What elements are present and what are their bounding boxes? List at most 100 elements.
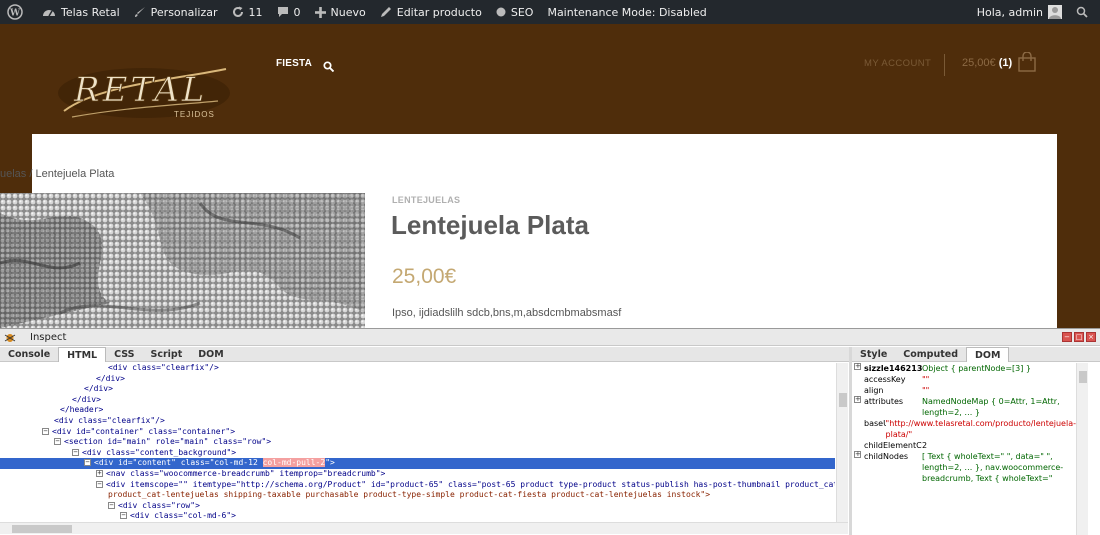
inspector-tab-script[interactable]: Script [143,347,191,362]
header-search-button[interactable] [323,57,334,76]
collapse-toggle-icon[interactable]: − [120,512,127,519]
html-tree-node[interactable]: −<div class="content_background"> [0,448,835,459]
html-tree-node[interactable]: product_cat-lentejuelas shipping-taxable… [0,490,835,501]
expand-toggle-icon[interactable]: + [854,451,861,458]
pencil-icon [380,6,392,18]
collapse-toggle-icon[interactable]: − [72,449,79,456]
html-tree-node-markup: </div> [96,374,125,383]
nav-item-fiesta[interactable]: FIESTA [276,58,312,69]
html-tree-node[interactable]: −<div class="row"> [0,501,835,512]
updates-link[interactable]: 11 [225,0,270,24]
expand-toggle-icon[interactable]: + [854,363,861,370]
minimize-button[interactable]: − [1062,332,1072,342]
cart-count: (1) [999,57,1012,69]
collapse-toggle-icon[interactable]: − [108,502,115,509]
collapse-toggle-icon[interactable]: − [96,481,103,488]
html-vertical-scrollbar[interactable] [836,363,848,522]
edit-product-link[interactable]: Editar producto [373,0,489,24]
dom-property-row[interactable]: +align"" [852,385,1076,396]
wordpress-logo-button[interactable]: W [0,0,35,24]
expand-toggle-icon[interactable]: + [96,470,103,477]
side-panel-tab-computed[interactable]: Computed [895,347,966,362]
dom-property-value: Object { parentNode=[3] } [922,363,1076,374]
dom-property-row[interactable]: +childNodes[ Text { wholeText=" ", data=… [852,451,1076,484]
inspector-tab-html[interactable]: HTML [58,347,106,362]
collapse-toggle-icon[interactable]: − [84,459,91,466]
inspector-tab-dom[interactable]: DOM [190,347,231,362]
adminbar-search-button[interactable] [1069,0,1100,24]
dom-property-row[interactable]: +accessKey"" [852,374,1076,385]
html-tree-node[interactable]: </div> [0,384,835,395]
html-vertical-scrollbar-thumb[interactable] [839,393,847,407]
collapse-toggle-icon[interactable]: − [42,428,49,435]
new-content-link[interactable]: Nuevo [308,0,373,24]
maintenance-label: Maintenance Mode: Disabled [547,6,706,19]
html-tree-node[interactable]: </header> [0,405,835,416]
dom-property-row[interactable]: +childElementCou2 [852,440,1076,451]
html-tree-node-markup: </div> [84,384,113,393]
html-tree-node-markup: <section id="main" role="main" class="ro… [64,437,271,446]
dom-property-row[interactable]: +baseURI"http://www.telasretal.com/produ… [852,418,1076,440]
customize-link[interactable]: Personalizar [127,0,225,24]
my-account-link[interactable]: MY ACCOUNT [864,58,931,69]
inspector-right-tabs: StyleComputedDOM [852,347,1100,362]
html-tree-node[interactable]: +<nav class="woocommerce-breadcrumb" ite… [0,469,835,480]
inspector-tab-css[interactable]: CSS [106,347,142,362]
html-tree-node-selected[interactable]: −<div id="content" class="col-md-12 col-… [0,458,835,469]
dom-property-key: baseURI [864,418,886,440]
product-image[interactable] [0,193,365,328]
maximize-button[interactable]: □ [1074,332,1084,342]
brush-icon [134,6,146,18]
dom-property-row[interactable]: +sizzle1462133Object { parentNode=[3] } [852,363,1076,374]
dom-property-key: childNodes [864,451,922,484]
collapse-toggle-icon[interactable]: − [54,438,61,445]
cart-link[interactable]: 25,00€ (1) [962,57,1012,69]
expand-toggle-icon[interactable]: + [854,396,861,403]
html-tree-node[interactable]: −<div class="col-md-6"> [0,511,835,522]
wordpress-icon: W [7,4,23,20]
inspector-tab-console[interactable]: Console [0,347,58,362]
html-tree-node-markup: <nav class="woocommerce-breadcrumb" item… [106,469,385,478]
dom-property-row[interactable]: +attributesNamedNodeMap { 0=Attr, 1=Attr… [852,396,1076,418]
html-tree-node[interactable]: −<div id="container" class="container"> [0,427,835,438]
site-name-link[interactable]: Telas Retal [35,0,127,24]
logo-text: RETAL [73,70,207,110]
header-divider [944,54,945,76]
seo-link[interactable]: SEO [489,0,541,24]
breadcrumb[interactable]: uelas / Lentejuela Plata [0,168,114,180]
seo-status-dot-icon [496,7,506,17]
html-horizontal-scrollbar-thumb[interactable] [12,525,72,533]
html-tree-node[interactable]: −<section id="main" role="main" class="r… [0,437,835,448]
html-tree-node[interactable]: <div class="clearfix"/> [0,416,835,427]
html-tree-pane[interactable]: <div class="clearfix"/></div></div></div… [0,363,835,522]
dom-property-value: NamedNodeMap { 0=Attr, 1=Attr, length=2,… [922,396,1076,418]
edit-product-label: Editar producto [397,6,482,19]
updates-count: 11 [249,6,263,19]
site-logo[interactable]: RETAL TEJIDOS [58,51,230,125]
dom-vertical-scrollbar-thumb[interactable] [1079,371,1087,383]
comments-link[interactable]: 0 [270,0,308,24]
close-button[interactable]: × [1086,332,1096,342]
html-tree-node-markup: <div id="container" class="container"> [52,427,235,436]
html-tree-node-markup: <div itemscope="" itemtype="http://schem… [106,480,835,489]
shopping-bag-icon[interactable] [1018,52,1036,76]
html-tree-node[interactable]: </div> [0,395,835,406]
site-name: Telas Retal [61,6,120,19]
html-tree-node[interactable]: </div> [0,374,835,385]
html-tree-node[interactable]: −<div itemscope="" itemtype="http://sche… [0,480,835,491]
new-label: Nuevo [331,6,366,19]
comment-icon [277,6,289,18]
html-tree-node-markup: product_cat-lentejuelas shipping-taxable… [108,490,710,499]
maintenance-mode-link[interactable]: Maintenance Mode: Disabled [540,0,713,24]
side-panel-tab-dom[interactable]: DOM [966,347,1009,362]
admin-bar: W Telas Retal Personalizar 11 0 Nuevo Ed… [0,0,1100,24]
html-tree-node[interactable]: <div class="clearfix"/> [0,363,835,374]
dom-properties-pane[interactable]: +sizzle1462133Object { parentNode=[3] }+… [852,363,1076,535]
my-account-menu[interactable]: Hola, admin [970,0,1069,24]
firebug-bug-icon[interactable] [4,331,16,343]
dom-vertical-scrollbar[interactable] [1076,363,1088,535]
product-title: Lentejuela Plata [391,210,589,241]
product-category-link[interactable]: LENTEJUELAS [392,195,460,205]
html-horizontal-scrollbar[interactable] [0,522,848,534]
side-panel-tab-style[interactable]: Style [852,347,895,362]
